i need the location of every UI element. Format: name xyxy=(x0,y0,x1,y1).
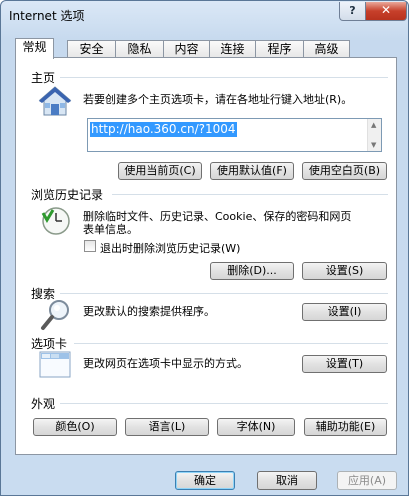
history-settings-button[interactable]: 设置(S) xyxy=(302,262,387,280)
use-current-button[interactable]: 使用当前页(C) xyxy=(118,162,202,180)
tab-privacy[interactable]: 隐私 xyxy=(115,40,164,58)
fonts-button[interactable]: 字体(N) xyxy=(217,418,295,436)
magnifier-icon xyxy=(41,300,69,330)
use-default-button[interactable]: 使用默认值(F) xyxy=(210,162,294,180)
close-icon: ✕ xyxy=(380,3,392,17)
tab-advanced[interactable]: 高级 xyxy=(303,40,350,58)
help-button[interactable]: ? xyxy=(339,2,366,21)
tab-security[interactable]: 安全 xyxy=(67,40,116,58)
accessibility-button[interactable]: 辅助功能(E) xyxy=(304,418,387,436)
homepage-divider xyxy=(60,77,388,78)
homepage-url-input[interactable]: http://hao.360.cn/?1004 ▲ ▼ xyxy=(87,118,382,152)
close-button[interactable]: ✕ xyxy=(365,2,407,21)
tabs-settings-button[interactable]: 设置(T) xyxy=(302,355,387,373)
cancel-button[interactable]: 取消 xyxy=(257,471,317,490)
scroll-down-icon[interactable]: ▼ xyxy=(371,141,376,149)
tab-programs[interactable]: 程序 xyxy=(255,40,304,58)
tabbed-window-icon xyxy=(39,351,71,378)
history-section-title: 浏览历史记录 xyxy=(31,188,104,202)
delete-on-exit-label[interactable]: 退出时删除浏览历史记录(W) xyxy=(100,240,240,256)
apply-button[interactable]: 应用(A) xyxy=(337,471,397,490)
delete-history-button[interactable]: 删除(D)... xyxy=(210,262,294,280)
general-tab-panel: 主页 若要创建多个主页选项卡，请在各地址行键入地址(R)。 http://hao… xyxy=(15,57,397,455)
search-settings-button[interactable]: 设置(I) xyxy=(302,303,387,321)
title-bar: Internet 选项 ? ✕ xyxy=(1,1,408,31)
languages-button[interactable]: 语言(L) xyxy=(125,418,209,436)
tab-general[interactable]: 常规 xyxy=(15,38,54,59)
tab-connections[interactable]: 连接 xyxy=(209,40,256,58)
scroll-up-icon[interactable]: ▲ xyxy=(371,121,376,129)
history-divider xyxy=(112,194,388,195)
tabs-divider xyxy=(74,343,388,344)
tabs-description: 更改网页在选项卡中显示的方式。 xyxy=(83,357,248,370)
search-description: 更改默认的搜索提供程序。 xyxy=(83,305,215,318)
house-icon xyxy=(38,86,72,116)
homepage-input-scrollbar[interactable]: ▲ ▼ xyxy=(367,119,381,151)
ok-button[interactable]: 确定 xyxy=(175,471,235,490)
history-clock-icon xyxy=(41,207,70,235)
history-description-line2: 表单信息。 xyxy=(83,223,138,236)
colors-button[interactable]: 颜色(O) xyxy=(33,418,117,436)
window-title: Internet 选项 xyxy=(9,9,85,23)
appearance-divider xyxy=(60,403,388,404)
help-icon: ? xyxy=(349,4,356,17)
delete-on-exit-checkbox[interactable] xyxy=(84,240,96,252)
homepage-url-text: http://hao.360.cn/?1004 xyxy=(90,122,237,137)
appearance-section-title: 外观 xyxy=(31,397,56,411)
search-divider xyxy=(60,293,388,294)
tab-content[interactable]: 内容 xyxy=(163,40,210,58)
use-blank-button[interactable]: 使用空白页(B) xyxy=(302,162,387,180)
homepage-description: 若要创建多个主页选项卡，请在各地址行键入地址(R)。 xyxy=(83,93,353,106)
internet-options-dialog: Internet 选项 ? ✕ 常规 安全 隐私 内容 连接 程序 高级 主页 … xyxy=(0,0,409,496)
